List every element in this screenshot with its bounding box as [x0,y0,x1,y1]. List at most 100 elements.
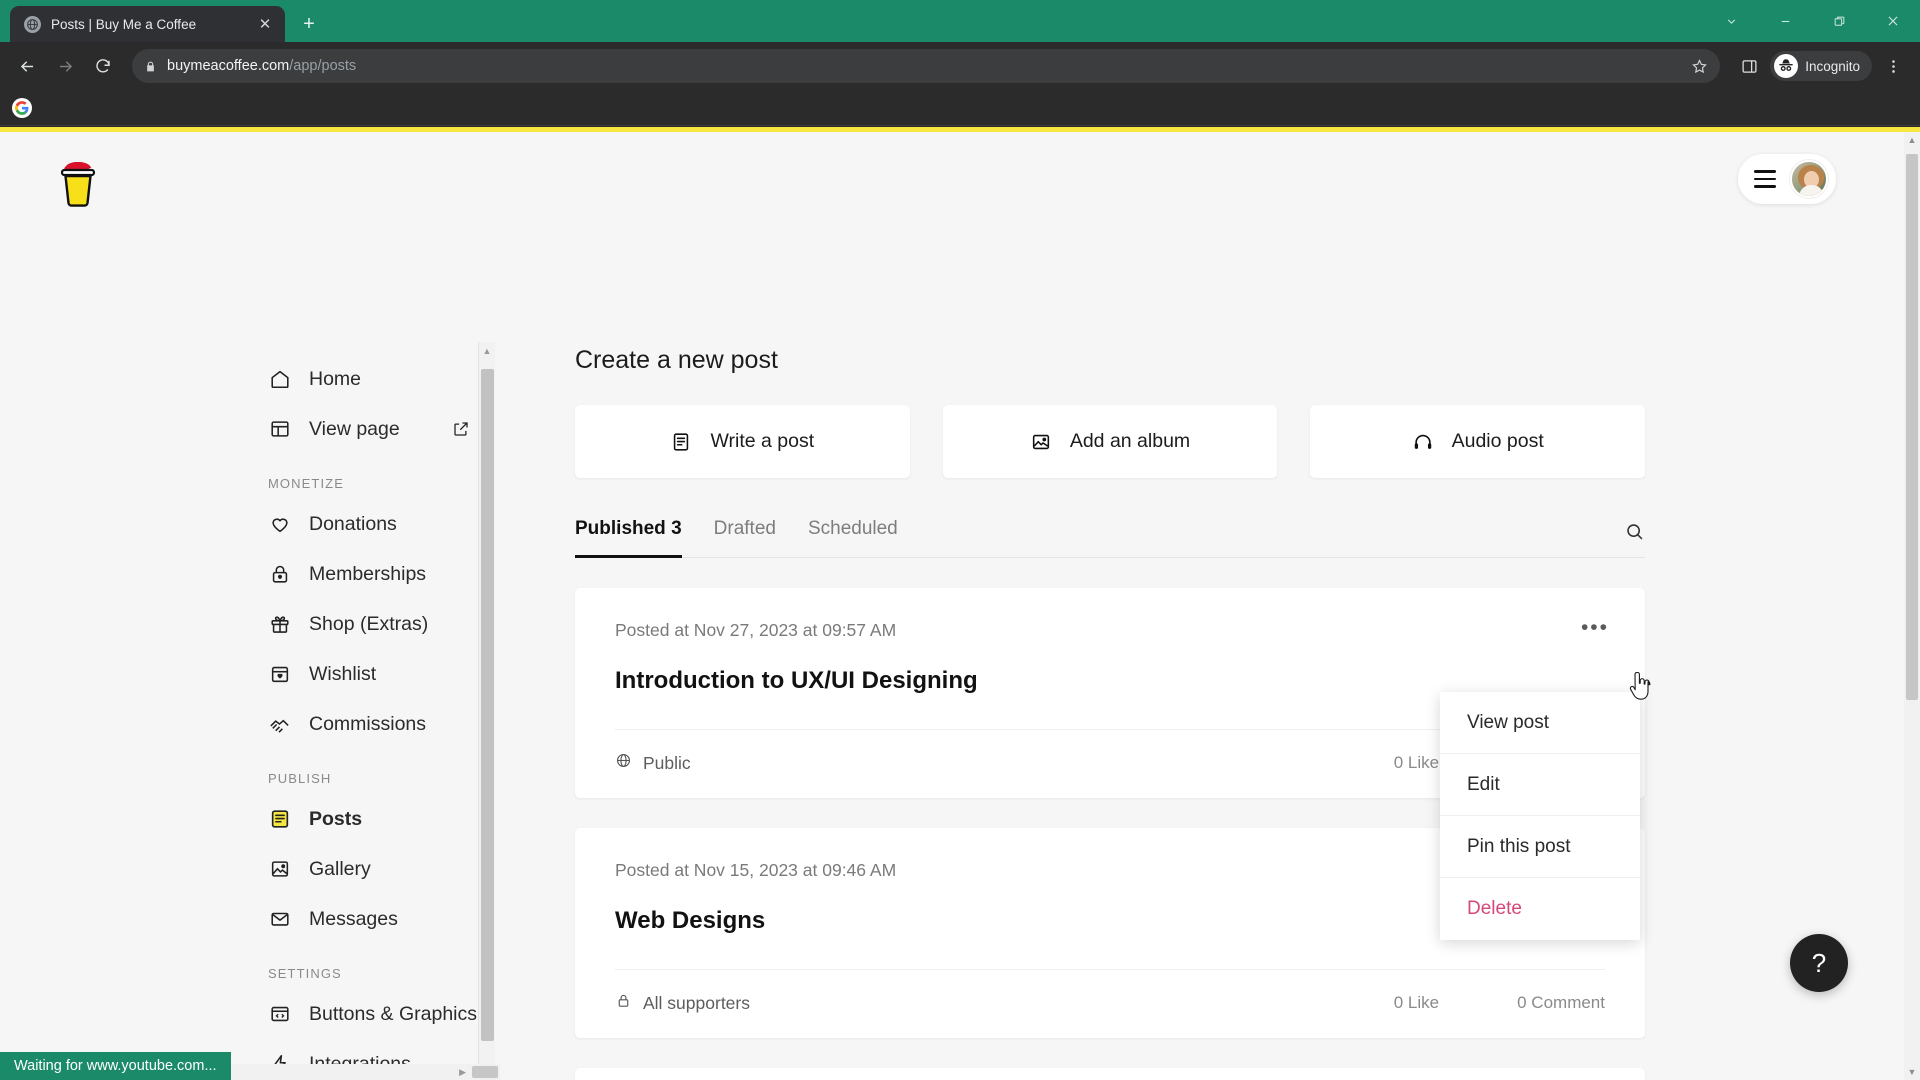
close-icon[interactable]: ✕ [255,14,275,34]
post-card-header: Posted at Nov 15, 2023 at 09:06 AM ••• [575,1068,1645,1080]
scroll-up-icon[interactable]: ▲ [1908,132,1917,148]
address-text: buymeacoffee.com/app/posts [167,58,356,74]
page-scroll-track[interactable] [1904,148,1920,1064]
audio-post-button[interactable]: Audio post [1310,405,1646,478]
posts-icon [268,808,291,831]
sidebar-scroll-track[interactable] [479,359,495,1080]
menu-item-edit[interactable]: Edit [1440,754,1640,816]
menu-item-delete[interactable]: Delete [1440,878,1640,940]
three-dot-menu-icon[interactable]: ••• [1581,617,1609,638]
menu-item-pin-this-post[interactable]: Pin this post [1440,816,1640,878]
user-avatar[interactable] [1790,160,1828,198]
hamburger-icon[interactable] [1754,170,1776,188]
sidebar-item-label: Gallery [309,857,371,880]
sidebar-item-memberships[interactable]: Memberships [250,549,500,599]
sidebar-nav: Home View page MONETIZE Donations Member… [250,354,500,1080]
globe-icon [24,15,41,33]
post-visibility-label: All supporters [643,992,750,1013]
address-bar[interactable]: buymeacoffee.com/app/posts [132,49,1721,83]
buymeacoffee-app: Home View page MONETIZE Donations Member… [0,132,1920,1080]
lock-icon [268,563,291,586]
horizontal-scroll-thumb[interactable] [472,1066,498,1078]
scroll-right-icon[interactable]: ▶ [459,1067,472,1078]
lock-icon [144,60,157,73]
sidebar-item-label: Commissions [309,712,427,735]
toolbar-right: Incognito [1732,49,1910,83]
tab-drafted[interactable]: Drafted [714,518,776,557]
google-bookmark-icon[interactable] [12,97,32,118]
scroll-down-icon[interactable]: ▼ [1908,1064,1917,1080]
sidebar-item-wishlist[interactable]: Wishlist [250,649,500,699]
add-an-album-button[interactable]: Add an album [942,405,1278,478]
sidebar-item-label: View page [309,417,400,440]
lock-icon [615,992,632,1014]
wishlist-icon [268,663,291,686]
tab-title: Posts | Buy Me a Coffee [51,16,197,32]
sidebar-item-label: Home [309,367,362,390]
minimize-icon[interactable] [1758,0,1812,42]
sidebar-item-donations[interactable]: Donations [250,499,500,549]
post-card-footer: All supporters 0 Like 0 Comment [615,969,1605,1038]
create-button-label: Add an album [1069,430,1191,452]
window-controls [1704,0,1920,42]
create-button-label: Write a post [710,430,815,452]
post-title[interactable]: Introduction to UX/UI Designing [615,667,1605,695]
menu-item-view-post[interactable]: View post [1440,692,1640,754]
new-tab-button[interactable]: + [294,9,324,39]
post-visibility: Public [615,752,691,774]
mouse-cursor [1627,671,1653,702]
close-icon[interactable] [1866,0,1920,42]
tab-search-icon[interactable] [1704,0,1758,42]
post-comments: 0 Comment [1517,993,1605,1012]
browser-titlebar: Posts | Buy Me a Coffee ✕ + [0,0,1920,42]
three-dot-menu-icon[interactable] [1876,49,1910,83]
sidebar-item-posts[interactable]: Posts [250,794,500,844]
buy-me-a-coffee-logo[interactable] [52,152,104,210]
browser-window: Posts | Buy Me a Coffee ✕ + buymeacoffee… [0,0,1920,1080]
sidebar-scroll-thumb[interactable] [481,369,494,1041]
scroll-up-icon[interactable]: ▲ [483,342,492,359]
globe-icon [615,752,632,774]
sidebar-item-messages[interactable]: Messages [250,894,500,944]
back-arrow-icon[interactable] [10,49,44,83]
external-link-icon[interactable] [452,420,470,438]
sidebar-item-shop[interactable]: Shop (Extras) [250,599,500,649]
reload-icon[interactable] [86,49,120,83]
browser-toolbar: buymeacoffee.com/app/posts Incognito [0,42,1920,90]
sidebar-scrollbar[interactable]: ▲ ▼ [478,342,495,1080]
post-likes: 0 Like [1393,993,1440,1012]
incognito-indicator[interactable]: Incognito [1770,51,1872,81]
side-panel-icon[interactable] [1732,49,1766,83]
incognito-label: Incognito [1805,58,1860,74]
sidebar-group-title: PUBLISH [268,771,332,786]
sidebar-item-gallery[interactable]: Gallery [250,844,500,894]
restore-icon[interactable] [1812,0,1866,42]
post-card[interactable]: Posted at Nov 15, 2023 at 09:06 AM ••• [575,1068,1645,1080]
star-icon[interactable] [1691,58,1708,75]
sidebar-item-view-page[interactable]: View page [250,404,500,454]
post-context-menu[interactable]: View post Edit Pin this post Delete [1440,692,1640,940]
layout-icon [268,418,291,441]
page-title: Create a new post [575,346,778,374]
browser-tab[interactable]: Posts | Buy Me a Coffee ✕ [10,6,285,42]
search-icon[interactable] [1624,521,1645,554]
page-scrollbar[interactable]: ▲ ▼ [1904,132,1920,1080]
app-header-controls[interactable] [1738,154,1836,204]
status-bar: Waiting for www.youtube.com... [0,1052,231,1080]
page-scroll-thumb[interactable] [1906,154,1918,700]
create-button-label: Audio post [1451,430,1544,452]
sidebar-group-title: MONETIZE [268,476,344,491]
post-stats: 0 Like 0 Comment [1394,993,1605,1013]
post-filter-tabs: Published 3 Drafted Scheduled [575,518,1645,558]
post-visibility-label: Public [643,752,691,773]
tab-published[interactable]: Published 3 [575,518,682,558]
image-icon [1030,431,1052,453]
post-date: Posted at Nov 27, 2023 at 09:57 AM [615,620,897,640]
sidebar-item-commissions[interactable]: Commissions [250,699,500,749]
tab-scheduled[interactable]: Scheduled [808,518,898,557]
help-button[interactable]: ? [1790,934,1848,992]
sidebar-item-buttons-graphics[interactable]: Buttons & Graphics [250,989,500,1039]
bookmarks-bar [0,90,1920,126]
write-a-post-button[interactable]: Write a post [575,405,910,478]
sidebar-item-home[interactable]: Home [250,354,500,404]
